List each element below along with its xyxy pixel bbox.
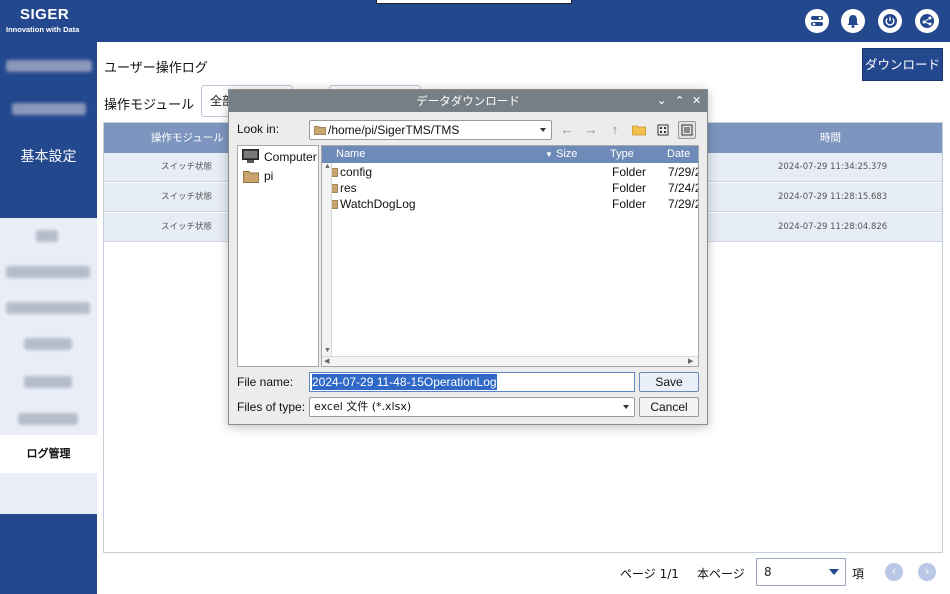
item-unit-label: 項 bbox=[852, 567, 865, 581]
file-row[interactable]: config Folder 7/29/2 bbox=[322, 164, 698, 180]
cell-module: スイッチ状態 bbox=[161, 222, 213, 232]
sidebar: 基本設定 ログ管理 bbox=[0, 42, 97, 594]
file-type-combo[interactable]: excel 文件 (*.xlsx) bbox=[309, 397, 635, 417]
bell-icon[interactable] bbox=[841, 9, 865, 33]
sidebar-subitem-blurred[interactable] bbox=[36, 230, 58, 242]
cell-module: スイッチ状態 bbox=[161, 192, 213, 202]
horizontal-scrollbar[interactable]: ◀ ▶ bbox=[322, 356, 698, 366]
file-name: config bbox=[340, 165, 373, 179]
up-arrow-icon[interactable]: ↑ bbox=[606, 121, 624, 139]
per-page-label: 本ページ bbox=[697, 567, 745, 581]
sidebar-item-log-management[interactable]: ログ管理 bbox=[0, 435, 97, 473]
sidebar-subitem-blurred[interactable] bbox=[6, 266, 90, 278]
file-name-input[interactable]: 2024-07-29 11-48-15OperationLog bbox=[309, 372, 635, 392]
cancel-button[interactable]: Cancel bbox=[639, 397, 699, 417]
forward-arrow-icon[interactable]: → bbox=[582, 121, 600, 139]
page-title: ユーザー操作ログ bbox=[104, 61, 208, 76]
download-button[interactable]: ダウンロード bbox=[862, 48, 943, 81]
cell-time: 2024-07-29 11:34:25.379 bbox=[778, 162, 888, 172]
caret-down-icon bbox=[540, 128, 546, 132]
chevron-down-icon[interactable]: ⌄ bbox=[657, 90, 666, 112]
file-type: Folder bbox=[612, 165, 647, 179]
sort-caret-icon: ▼ bbox=[545, 150, 553, 159]
dialog-title-bar: データダウンロード ⌄ ⌃ ✕ bbox=[229, 90, 707, 112]
look-in-combo[interactable]: /home/pi/SigerTMS/TMS bbox=[309, 120, 552, 140]
file-list: Name ▼ Size Type Date M config Folder 7/… bbox=[321, 145, 699, 367]
column-header-time: 時間 bbox=[820, 132, 841, 144]
column-name[interactable]: Name bbox=[336, 146, 365, 163]
save-button[interactable]: Save bbox=[639, 372, 699, 392]
list-view-icon[interactable] bbox=[654, 121, 672, 139]
close-icon[interactable]: ✕ bbox=[692, 90, 701, 112]
look-in-path: /home/pi/SigerTMS/TMS bbox=[328, 123, 460, 137]
file-name-value: 2024-07-29 11-48-15OperationLog bbox=[312, 374, 497, 390]
new-folder-icon[interactable] bbox=[630, 121, 648, 139]
file-date: 7/29/2 bbox=[668, 197, 699, 211]
share-icon[interactable] bbox=[915, 9, 939, 33]
place-label: pi bbox=[264, 169, 274, 183]
cell-time: 2024-07-29 11:28:15.683 bbox=[778, 192, 888, 202]
file-row[interactable]: WatchDogLog Folder 7/29/2 bbox=[322, 196, 698, 212]
sidebar-subitem-blurred[interactable] bbox=[18, 413, 78, 425]
detail-view-icon[interactable] bbox=[678, 121, 696, 139]
dialog-title: データダウンロード bbox=[416, 94, 520, 108]
scroll-up-icon[interactable]: ▲ bbox=[324, 162, 331, 172]
filter-label: 操作モジュール bbox=[104, 98, 195, 113]
brand-name: SIGER bbox=[20, 6, 70, 23]
file-type-label: Files of type: bbox=[237, 400, 306, 414]
top-bar: SIGER Innovation with Data bbox=[0, 0, 950, 42]
settings-toggle-icon[interactable] bbox=[805, 9, 829, 33]
file-type: Folder bbox=[612, 181, 647, 195]
scroll-down-icon[interactable]: ▼ bbox=[324, 346, 331, 356]
column-type[interactable]: Type bbox=[610, 146, 634, 163]
sidebar-subitem-blurred[interactable] bbox=[24, 376, 72, 388]
sidebar-item-basic-settings[interactable]: 基本設定 bbox=[0, 146, 97, 166]
scroll-right-icon[interactable]: ▶ bbox=[688, 357, 693, 366]
power-icon[interactable] bbox=[878, 9, 902, 33]
file-name: WatchDogLog bbox=[340, 197, 416, 211]
file-name: res bbox=[340, 181, 357, 195]
computer-icon bbox=[242, 149, 259, 163]
file-type-value: excel 文件 (*.xlsx) bbox=[314, 400, 412, 413]
chevron-left-icon[interactable]: ‹ bbox=[885, 563, 903, 581]
chevron-up-icon[interactable]: ⌃ bbox=[675, 90, 684, 112]
per-page-value: 8 bbox=[764, 565, 772, 579]
places-sidebar: Computer pi bbox=[237, 145, 319, 367]
cell-time: 2024-07-29 11:28:04.826 bbox=[778, 222, 888, 232]
vertical-scrollbar[interactable]: ▲ ▼ bbox=[322, 163, 332, 356]
scroll-left-icon[interactable]: ◀ bbox=[324, 357, 329, 366]
sidebar-item-blurred[interactable] bbox=[6, 60, 92, 72]
chevron-right-icon[interactable]: › bbox=[918, 563, 936, 581]
window-notch bbox=[376, 0, 572, 4]
back-arrow-icon[interactable]: ← bbox=[558, 121, 576, 139]
caret-down-icon bbox=[623, 405, 629, 409]
sidebar-subitem-blurred[interactable] bbox=[6, 302, 90, 314]
download-dialog: データダウンロード ⌄ ⌃ ✕ Look in: /home/pi/SigerT… bbox=[228, 89, 708, 425]
folder-icon bbox=[243, 171, 259, 183]
per-page-select[interactable]: 8 bbox=[756, 558, 846, 586]
cell-module: スイッチ状態 bbox=[161, 162, 213, 172]
sidebar-item-blurred[interactable] bbox=[12, 103, 86, 115]
brand-tagline: Innovation with Data bbox=[6, 25, 80, 34]
folder-icon bbox=[314, 126, 326, 135]
file-type: Folder bbox=[612, 197, 647, 211]
page-indicator: ページ 1/1 bbox=[620, 567, 679, 581]
column-size[interactable]: Size bbox=[556, 146, 577, 163]
file-row[interactable]: res Folder 7/24/2 bbox=[322, 180, 698, 196]
sidebar-subitem-blurred[interactable] bbox=[24, 338, 72, 350]
file-date: 7/24/2 bbox=[668, 181, 699, 195]
caret-down-icon bbox=[829, 569, 839, 575]
file-date: 7/29/2 bbox=[668, 165, 699, 179]
file-list-header: Name ▼ Size Type Date M bbox=[322, 146, 698, 177]
column-header-module: 操作モジュール bbox=[151, 132, 224, 144]
file-name-label: File name: bbox=[237, 375, 294, 389]
place-label: Computer bbox=[264, 150, 317, 164]
look-in-label: Look in: bbox=[237, 122, 280, 136]
